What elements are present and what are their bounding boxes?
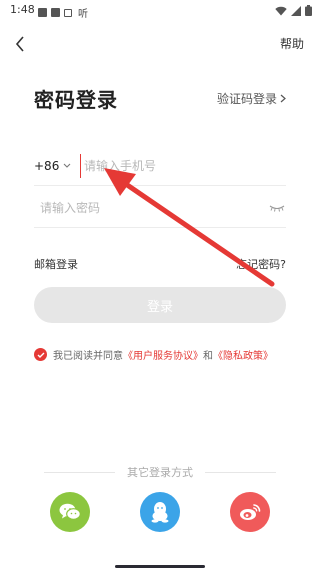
divider-line-left xyxy=(44,471,115,473)
eye-closed-icon xyxy=(269,205,285,212)
forgot-password-link[interactable]: 忘记密码? xyxy=(236,256,286,272)
top-bar: 帮助 xyxy=(0,28,320,60)
qq-login-button[interactable] xyxy=(140,492,180,532)
social-login-row xyxy=(50,492,270,532)
password-input[interactable] xyxy=(34,195,234,220)
wechat-icon xyxy=(59,503,81,520)
a-icon xyxy=(64,8,72,17)
password-visibility-toggle[interactable] xyxy=(268,201,286,215)
weibo-login-button[interactable] xyxy=(230,492,270,532)
user-agreement-link[interactable]: 《用户服务协议》 xyxy=(123,347,203,362)
page-title: 密码登录 xyxy=(34,88,118,112)
switch-login-label: 验证码登录 xyxy=(216,92,277,106)
chevron-right-icon xyxy=(280,94,286,103)
divider-line-right xyxy=(205,471,276,473)
wechat-login-button[interactable] xyxy=(50,492,90,532)
chevron-down-icon xyxy=(63,163,71,168)
back-button[interactable] xyxy=(10,34,30,54)
help-button[interactable]: 帮助 xyxy=(280,35,304,52)
status-icons-right xyxy=(275,5,312,16)
chevron-left-icon xyxy=(15,36,24,52)
listen-glyph: 听 xyxy=(78,9,88,20)
weibo-icon xyxy=(240,504,261,520)
switch-to-sms-login-link[interactable]: 验证码登录 xyxy=(217,90,286,107)
login-button[interactable]: 登录 xyxy=(34,287,286,323)
country-code-value: +86 xyxy=(34,158,60,173)
agreement-checkbox[interactable] xyxy=(34,348,47,361)
country-code-selector[interactable]: +86 xyxy=(34,159,80,173)
signal-icon xyxy=(291,5,301,16)
check-icon xyxy=(37,352,44,358)
email-login-link[interactable]: 邮箱登录 xyxy=(34,256,78,272)
phone-field-row: +86 xyxy=(34,146,286,186)
square-icon xyxy=(51,8,60,17)
agreement-row: 我已阅读并同意 《用户服务协议》 和 《隐私政策》 xyxy=(34,347,273,362)
phone-input[interactable] xyxy=(80,153,260,178)
wifi-icon xyxy=(275,6,287,15)
status-bar: 1:48 听 xyxy=(0,0,320,22)
status-icons-left: 听 xyxy=(38,5,88,20)
other-login-label: 其它登录方式 xyxy=(127,466,193,479)
qq-icon xyxy=(151,502,169,523)
other-login-divider: 其它登录方式 xyxy=(44,464,276,480)
battery-icon xyxy=(305,5,312,16)
password-field-row xyxy=(34,188,286,228)
privacy-policy-link[interactable]: 《隐私政策》 xyxy=(213,347,273,362)
status-time: 1:48 xyxy=(10,3,35,16)
image-icon xyxy=(38,8,47,17)
agreement-and: 和 xyxy=(203,351,213,362)
agreement-prefix: 我已阅读并同意 xyxy=(53,351,123,362)
